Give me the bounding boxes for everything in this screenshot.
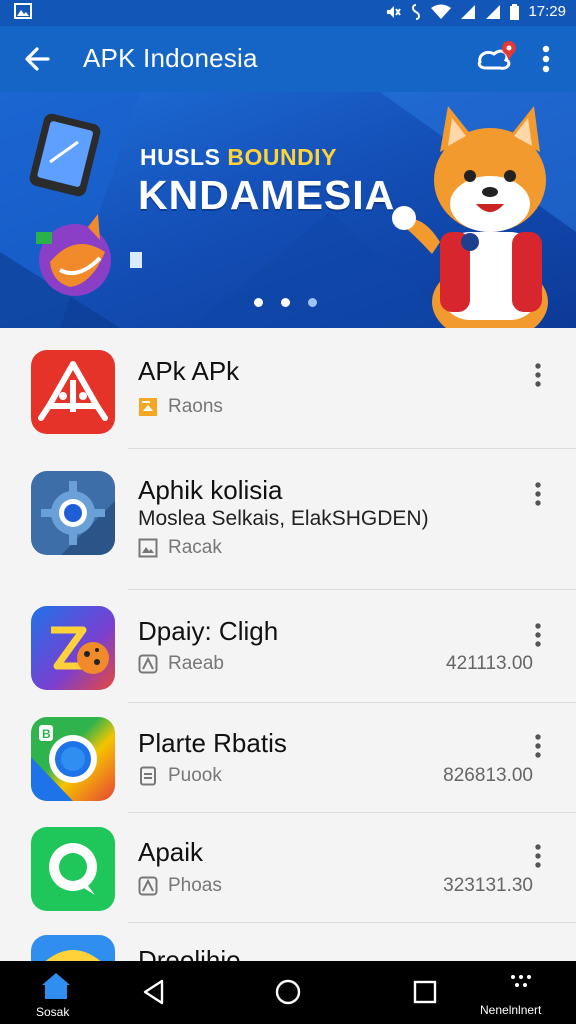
list-item[interactable]: Dpaiy: Cligh Raeab 421113.00 bbox=[0, 590, 576, 703]
vibrate-icon bbox=[412, 3, 421, 20]
carousel-indicator bbox=[254, 298, 317, 307]
nav-home-tab[interactable]: Sosak bbox=[20, 961, 92, 1024]
more-vert-icon bbox=[535, 482, 541, 506]
list-item[interactable]: APk APk Raons bbox=[0, 328, 576, 449]
signal-icon bbox=[461, 4, 476, 19]
signal-2-icon bbox=[486, 4, 501, 19]
dots-grid-icon bbox=[511, 975, 531, 987]
promo-banner[interactable]: HUSLS BOUNDIY KNDAMESIA bbox=[0, 92, 576, 328]
list-item[interactable]: Aphik kolisia Moslea Selkais, ElakSHGDEN… bbox=[0, 449, 576, 590]
arrow-left-icon bbox=[25, 47, 50, 71]
app-name: Aphik kolisia bbox=[138, 475, 283, 505]
app-meta: Puook bbox=[138, 765, 222, 787]
app-size: 323131.30 bbox=[443, 875, 533, 896]
more-vert-icon bbox=[535, 623, 541, 647]
nav-back-button[interactable] bbox=[132, 961, 176, 1024]
rating-icon bbox=[138, 876, 158, 896]
banner-headline-white: HUSLS bbox=[140, 144, 228, 170]
cast-icon bbox=[477, 41, 516, 70]
carousel-dot[interactable] bbox=[281, 298, 290, 307]
app-name: Plarte Rbatis bbox=[138, 728, 287, 758]
cast-button[interactable] bbox=[474, 38, 520, 76]
more-vert-icon bbox=[535, 844, 541, 868]
app-meta-label: Racak bbox=[168, 537, 222, 558]
mute-icon bbox=[387, 5, 402, 18]
gallery-icon bbox=[14, 3, 32, 23]
banner-title: KNDAMESIA bbox=[138, 172, 396, 218]
system-navigation-bar: Sosak Nenelnlnert bbox=[0, 961, 576, 1024]
app-icon-apaik bbox=[31, 827, 115, 911]
app-meta-label: Puook bbox=[168, 765, 222, 786]
carousel-dot[interactable] bbox=[308, 298, 317, 307]
status-icons: 17:29 bbox=[385, 3, 566, 20]
battery-icon bbox=[510, 3, 520, 20]
list-item[interactable]: Apaik Phoas 323131.30 bbox=[0, 813, 576, 923]
app-size: 421113.00 bbox=[446, 653, 533, 674]
nav-home-button[interactable] bbox=[266, 961, 310, 1024]
row-menu-button[interactable] bbox=[528, 479, 548, 509]
app-icon-dreolihio bbox=[31, 935, 115, 961]
svg-text:B: B bbox=[42, 727, 51, 741]
nav-recents-button[interactable] bbox=[402, 961, 446, 1024]
app-meta: Phoas bbox=[138, 875, 222, 897]
app-name: Apaik bbox=[138, 837, 204, 867]
app-bar: APK Indonesia bbox=[0, 26, 576, 92]
app-name: Dpaiy: Cligh bbox=[138, 616, 279, 646]
more-vert-icon bbox=[542, 45, 550, 73]
app-meta-label: Phoas bbox=[168, 875, 222, 896]
row-menu-button[interactable] bbox=[528, 360, 548, 390]
list-item[interactable]: Dreolihio bbox=[0, 923, 576, 961]
row-menu-button[interactable] bbox=[528, 620, 548, 650]
overflow-menu-button[interactable] bbox=[532, 42, 560, 76]
app-meta: Raeab bbox=[138, 653, 224, 675]
wifi-icon bbox=[431, 4, 452, 19]
more-vert-icon bbox=[535, 363, 541, 387]
status-bar: 17:29 bbox=[0, 0, 576, 26]
status-time: 17:29 bbox=[528, 3, 566, 20]
row-menu-button[interactable] bbox=[528, 841, 548, 871]
app-icon-dpaiy bbox=[31, 606, 115, 690]
app-icon-settings bbox=[31, 471, 115, 555]
app-description: Moslea Selkais, ElakSHGDEN) bbox=[138, 507, 429, 530]
app-icon-chrome: B bbox=[31, 717, 115, 801]
app-meta: Racak bbox=[138, 537, 222, 559]
back-button[interactable] bbox=[20, 43, 54, 75]
triangle-back-icon bbox=[143, 979, 164, 1005]
circle-home-icon bbox=[275, 979, 301, 1005]
carousel-dot[interactable] bbox=[254, 298, 263, 307]
app-size: 826813.00 bbox=[443, 765, 533, 786]
app-list: APk APk Raons Aphik kolisia Moslea Selka… bbox=[0, 328, 576, 961]
more-vert-icon bbox=[535, 734, 541, 758]
image-icon bbox=[138, 538, 158, 558]
app-name: Dreolihio bbox=[138, 945, 241, 961]
square-recents-icon bbox=[413, 980, 437, 1004]
app-name: APk APk bbox=[138, 356, 240, 386]
banner-headline-accent: BOUNDIY bbox=[227, 144, 337, 170]
app-meta-label: Raons bbox=[168, 396, 223, 417]
document-icon bbox=[140, 766, 156, 786]
app-meta-label: Raeab bbox=[168, 653, 224, 674]
nav-more-tab[interactable]: Nenelnlnert bbox=[474, 961, 570, 1024]
rating-icon bbox=[138, 654, 158, 674]
app-icon-apk bbox=[31, 350, 115, 434]
nav-more-label: Nenelnlnert bbox=[480, 1003, 542, 1017]
page-title: APK Indonesia bbox=[83, 43, 258, 73]
home-icon bbox=[42, 973, 70, 999]
banner-headline: HUSLS BOUNDIY bbox=[140, 144, 337, 171]
nav-home-label: Sosak bbox=[36, 1005, 70, 1019]
row-menu-button[interactable] bbox=[528, 731, 548, 761]
list-item[interactable]: B Plarte Rbatis Puook 826813.00 bbox=[0, 703, 576, 813]
star-box-icon bbox=[139, 398, 157, 416]
app-meta: Raons bbox=[138, 396, 223, 418]
